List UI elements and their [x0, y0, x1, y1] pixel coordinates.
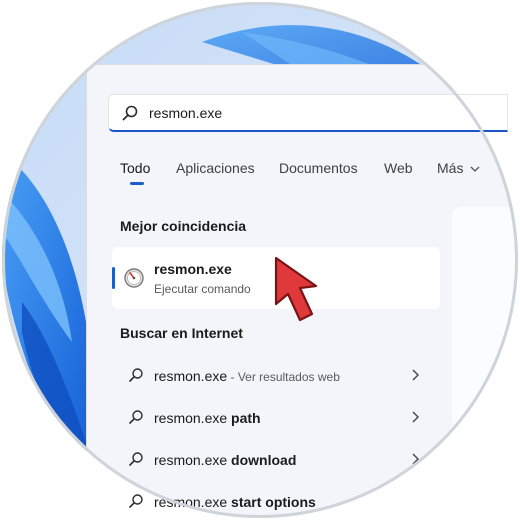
chevron-down-icon [470, 166, 480, 172]
web-result-text: resmon.exe download [154, 452, 296, 468]
search-input[interactable]: resmon.exe [108, 94, 508, 132]
search-query-text[interactable]: resmon.exe [149, 105, 222, 121]
selection-indicator [112, 267, 115, 289]
chevron-right-icon[interactable] [410, 368, 420, 382]
search-icon [122, 105, 138, 121]
web-result-suggestion: download [231, 452, 297, 468]
web-search-heading: Buscar en Internet [120, 325, 243, 341]
web-result-query: resmon.exe [154, 368, 228, 384]
search-icon [129, 410, 143, 424]
web-result-row[interactable]: resmon.exe start options [112, 482, 440, 520]
search-icon [129, 368, 143, 382]
best-match-title: resmon.exe [154, 261, 232, 277]
red-arrow-pointer-icon [274, 256, 318, 322]
active-tab-indicator [130, 182, 144, 185]
web-result-text: resmon.exe start options [154, 494, 316, 510]
search-icon [129, 494, 143, 508]
chevron-right-icon[interactable] [410, 410, 420, 424]
web-result-text: resmon.exe - Ver resultados web [154, 368, 340, 384]
tab-aplicaciones[interactable]: Aplicaciones [176, 160, 255, 176]
tab-documentos[interactable]: Documentos [279, 160, 358, 176]
web-result-suggestion: path [231, 410, 261, 426]
web-result-text: resmon.exe path [154, 410, 261, 426]
web-result-query: resmon.exe [154, 494, 232, 510]
web-result-row[interactable]: resmon.exe download [112, 440, 440, 480]
web-result-query: resmon.exe [154, 410, 232, 426]
web-result-row[interactable]: resmon.exe - Ver resultados web [112, 356, 440, 396]
screenshot-canvas: resmon.exe Todo Aplicaciones Documentos … [0, 0, 520, 520]
preview-pane [452, 207, 518, 518]
chevron-right-icon[interactable] [410, 452, 420, 466]
best-match-subtitle: Ejecutar comando [154, 282, 251, 296]
best-match-heading: Mejor coincidencia [120, 218, 247, 234]
tab-mas[interactable]: Más [437, 160, 480, 176]
web-result-suggestion: start options [231, 494, 316, 510]
search-icon [129, 452, 143, 466]
tab-mas-label: Más [437, 160, 464, 176]
web-result-hint: - Ver resultados web [227, 370, 340, 384]
resource-monitor-gauge-icon [124, 268, 144, 288]
tab-web[interactable]: Web [384, 160, 413, 176]
tab-todo[interactable]: Todo [120, 160, 150, 176]
web-result-query: resmon.exe [154, 452, 232, 468]
web-result-row[interactable]: resmon.exe path [112, 398, 440, 438]
